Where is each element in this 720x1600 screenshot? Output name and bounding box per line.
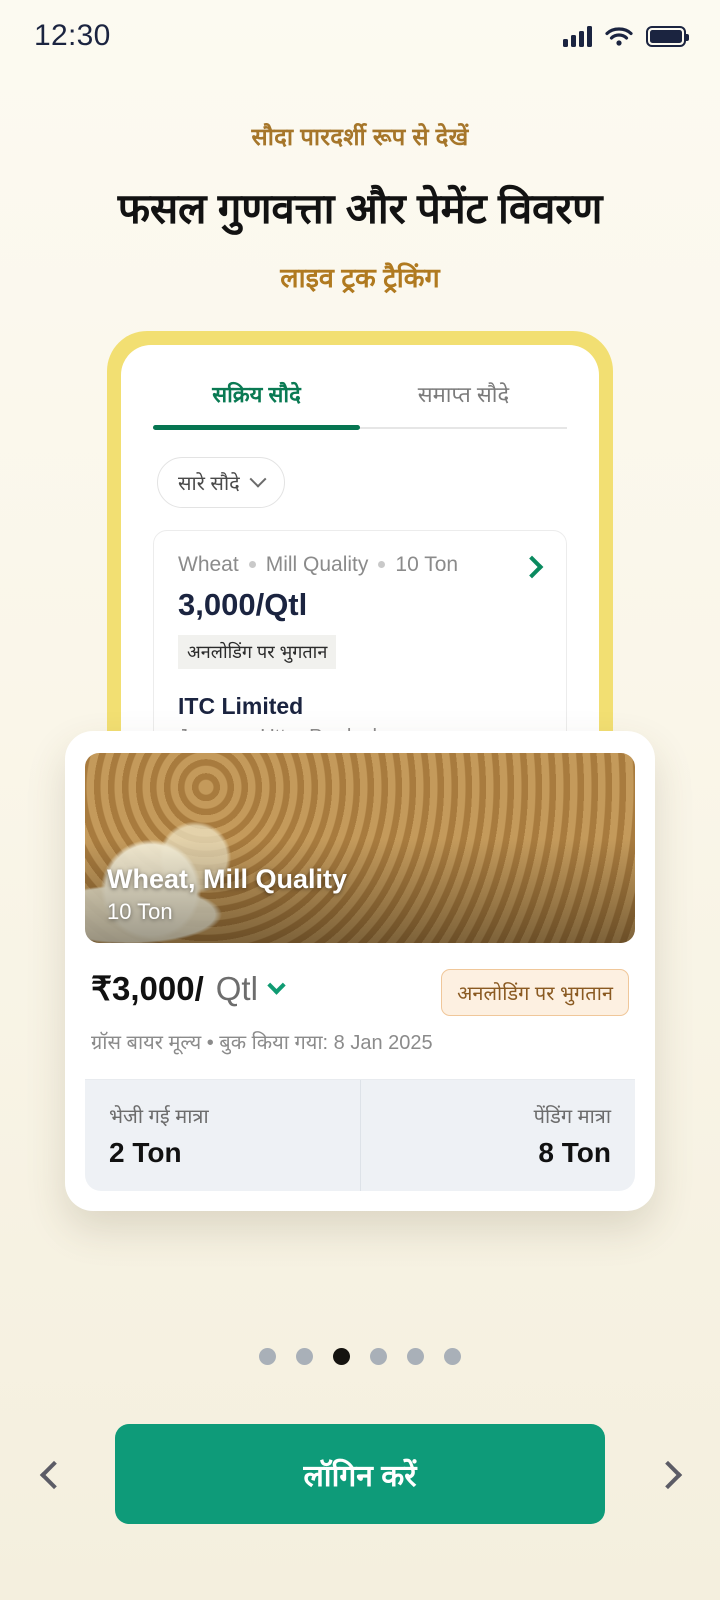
deal-quality: Mill Quality xyxy=(265,552,369,576)
signal-bars-icon xyxy=(563,25,592,47)
stat-dispatched-value: 2 Ton xyxy=(109,1137,182,1168)
deal-price-value: 3,000 xyxy=(178,586,256,622)
hero-section: सौदा पारदर्शी रूप से देखें फसल गुणवत्ता … xyxy=(0,120,720,295)
deal-filter-chip[interactable]: सारे सौदे xyxy=(157,456,285,508)
tab-active-deals[interactable]: सक्रिय सौदे xyxy=(153,379,360,427)
tab-indicator xyxy=(153,425,360,430)
pagination-dots[interactable] xyxy=(0,1348,720,1365)
wifi-icon xyxy=(605,26,633,46)
phone-mockup: सक्रिय सौदे समाप्त सौदे सारे सौदे Wheat … xyxy=(107,331,613,731)
card-note: ग्रॉस बायर मूल्य • बुक किया गया: 8 Jan 2… xyxy=(91,1032,433,1054)
preview-stage: सक्रिय सौदे समाप्त सौदे सारे सौदे Wheat … xyxy=(0,331,720,1211)
pagination-dot[interactable] xyxy=(333,1348,350,1365)
tabs-underline xyxy=(153,425,567,430)
floating-deal-card: Wheat, Mill Quality 10 Ton ₹3,000/ Qtl अ… xyxy=(65,731,655,1211)
dot-separator-icon xyxy=(378,561,386,568)
dot-separator-icon xyxy=(248,561,256,568)
status-bar: 12:30 xyxy=(0,0,720,72)
status-bar-clock: 12:30 xyxy=(34,19,111,52)
deal-filter-label: सारे सौदे xyxy=(178,472,240,495)
payment-badge: अनलोडिंग पर भुगतान xyxy=(441,969,629,1016)
crop-photo: Wheat, Mill Quality 10 Ton xyxy=(85,753,635,943)
card-price[interactable]: ₹3,000/ Qtl xyxy=(91,969,286,1008)
deal-buyer-name: ITC Limited xyxy=(178,692,304,719)
stat-dispatched-label: भेजी गई मात्रा xyxy=(109,1106,209,1128)
tab-completed-deals[interactable]: समाप्त सौदे xyxy=(360,379,567,427)
crop-photo-subtitle: 10 Ton xyxy=(107,899,173,924)
deal-price: 3,000/Qtl xyxy=(178,587,542,623)
battery-full-icon xyxy=(646,25,689,47)
deal-tabs: सक्रिय सौदे समाप्त सौदे xyxy=(121,379,599,427)
pagination-dot[interactable] xyxy=(370,1348,387,1365)
bottom-bar: लॉगिन करें xyxy=(0,1424,720,1524)
crop-photo-overlay: Wheat, Mill Quality 10 Ton xyxy=(107,864,347,925)
chevron-left-icon[interactable] xyxy=(38,1459,68,1489)
deal-list-item[interactable]: Wheat Mill Quality 10 Ton 3,000/Qtl अनलो… xyxy=(153,529,567,731)
deal-price-unit: /Qtl xyxy=(255,586,308,622)
login-button[interactable]: लॉगिन करें xyxy=(115,1424,605,1524)
chevron-down-icon xyxy=(249,470,267,488)
status-bar-icons xyxy=(563,25,689,47)
deal-meta: Wheat Mill Quality 10 Ton xyxy=(178,553,542,577)
pagination-dot[interactable] xyxy=(259,1348,276,1365)
card-stats: भेजी गई मात्रा 2 Ton पेंडिंग मात्रा 8 To… xyxy=(85,1079,635,1191)
hero-subtitle: लाइव ट्रक ट्रैकिंग xyxy=(280,263,440,293)
hero-eyebrow: सौदा पारदर्शी रूप से देखें xyxy=(251,124,469,151)
card-price-row: ₹3,000/ Qtl अनलोडिंग पर भुगतान xyxy=(85,969,635,1016)
deal-quantity: 10 Ton xyxy=(395,552,459,576)
stat-dispatched: भेजी गई मात्रा 2 Ton xyxy=(85,1080,360,1191)
page-title: फसल गुणवत्ता और पेमेंट विवरण xyxy=(117,185,603,232)
phone-screen: सक्रिय सौदे समाप्त सौदे सारे सौदे Wheat … xyxy=(121,345,599,731)
card-price-unit: Qtl xyxy=(215,969,258,1007)
pagination-dot[interactable] xyxy=(296,1348,313,1365)
deal-crop: Wheat xyxy=(178,552,239,576)
pagination-dot[interactable] xyxy=(407,1348,424,1365)
card-price-value: ₹3,000/ xyxy=(91,970,204,1007)
pagination-dot[interactable] xyxy=(444,1348,461,1365)
stat-pending-label: पेंडिंग मात्रा xyxy=(533,1106,611,1128)
deal-body: Wheat Mill Quality 10 Ton 3,000/Qtl अनलो… xyxy=(154,531,566,731)
chevron-down-icon[interactable] xyxy=(267,976,286,995)
stat-pending: पेंडिंग मात्रा 8 Ton xyxy=(359,1080,636,1191)
crop-photo-title: Wheat, Mill Quality xyxy=(107,864,348,894)
stat-pending-value: 8 Ton xyxy=(538,1137,611,1168)
deal-payment-tag: अनलोडिंग पर भुगतान xyxy=(178,634,337,669)
chevron-right-icon[interactable] xyxy=(652,1459,682,1489)
